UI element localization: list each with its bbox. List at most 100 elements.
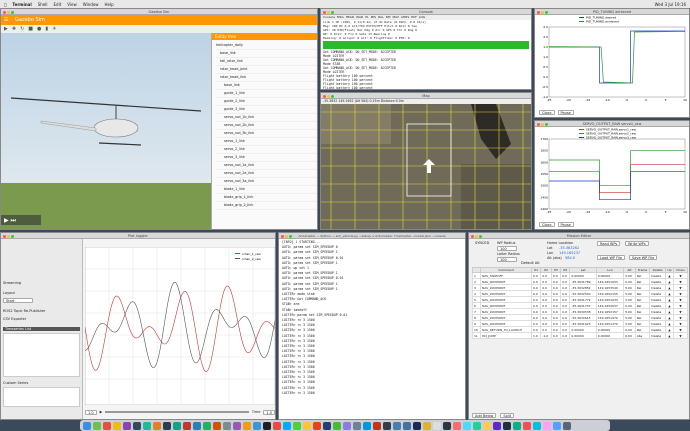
alt-value[interactable]: 584.0 (565, 256, 575, 260)
dock-app-icon[interactable] (433, 421, 441, 430)
save-wp-button[interactable]: Save WP File (629, 255, 658, 260)
read-wps-button[interactable]: Read WPs (597, 241, 621, 246)
mission-up-arrow-icon[interactable]: ▲ (664, 332, 675, 339)
apple-icon[interactable]:  (4, 2, 6, 7)
entity-tree-item[interactable]: blade_1_link (216, 186, 317, 194)
dock-app-icon[interactable] (93, 421, 101, 430)
dock-app-icon[interactable] (293, 421, 301, 430)
dock-app-icon[interactable] (473, 421, 481, 430)
time-value[interactable]: 1.0 (85, 409, 97, 415)
pid-pause-button[interactable]: Pause (557, 110, 574, 115)
entity-tree-item[interactable]: base_link (216, 50, 317, 58)
dock-app-icon[interactable] (133, 421, 141, 430)
entity-tree-item[interactable]: guide_1_link (216, 90, 317, 98)
dock-app-icon[interactable] (203, 421, 211, 430)
dock-app-icon[interactable] (453, 421, 461, 430)
entity-tree-item[interactable]: servo_3_link (216, 154, 317, 162)
loiter-radius-input[interactable]: 100 (497, 257, 517, 262)
gazebo-3d-viewport[interactable]: ▶ ⏭ (1, 33, 211, 230)
terminal-output[interactable]: [INFO] 1 STARTING... AUTO: param set SIM_… (279, 239, 465, 397)
select-tool-icon[interactable]: ▶ (4, 26, 8, 32)
menu-edit[interactable]: Edit (54, 2, 62, 7)
entity-tree-item[interactable]: rotor_head_joint (216, 66, 317, 74)
dock-app-icon[interactable] (273, 421, 281, 430)
entity-tree-item[interactable]: servo_rod_1a_link (216, 162, 317, 170)
dock-app-icon[interactable] (263, 421, 271, 430)
mission-down-arrow-icon[interactable]: ▼ (673, 332, 688, 339)
entity-tree-item[interactable]: tail_rotor_link (216, 58, 317, 66)
dock-app-icon[interactable] (283, 421, 291, 430)
entity-tree-item[interactable]: servo_rod_1b_link (216, 114, 317, 122)
dock-app-icon[interactable] (353, 421, 361, 430)
dock-app-icon[interactable] (153, 421, 161, 430)
speed-value[interactable]: 1.0 (263, 409, 275, 415)
entity-tree-item[interactable]: servo_rod_2b_link (216, 122, 317, 130)
add-below-button[interactable]: Add Below (472, 413, 497, 418)
plotjuggler-chart[interactable]: /chan_1_raw/chan_2_raw (85, 247, 275, 405)
entity-tree-item[interactable]: blade_grip_1_link (216, 194, 317, 202)
dock-app-icon[interactable] (493, 421, 501, 430)
sidebar-layout[interactable]: Layout (3, 291, 80, 295)
dock-app-icon[interactable] (303, 421, 311, 430)
dock-app-icon[interactable] (513, 421, 521, 430)
dock-app-icon[interactable] (123, 421, 131, 430)
entity-tree-item[interactable]: base_link (216, 82, 317, 90)
cylinder-shape-icon[interactable]: ▮ (45, 26, 48, 32)
box-shape-icon[interactable]: ■ (28, 26, 33, 32)
sidebar-ros2-republisher[interactable]: ROS2 Topic Re-Publisher (3, 309, 80, 313)
window-controls[interactable] (537, 10, 548, 14)
entity-tree-item[interactable]: servo_rod_3b_link (216, 130, 317, 138)
dock-app-icon[interactable] (233, 421, 241, 430)
entity-tree-item[interactable]: guide_2_link (216, 98, 317, 106)
servo-close-button[interactable]: Close (539, 222, 555, 227)
dock-app-icon[interactable] (413, 421, 421, 430)
entity-tree-item[interactable]: rotor_head_link (216, 74, 317, 82)
dock-app-icon[interactable] (553, 421, 561, 430)
menu-view[interactable]: View (67, 2, 77, 7)
servo-pause-button[interactable]: Pause (557, 222, 574, 227)
entity-tree-item[interactable]: blade_grip_2_link (216, 202, 317, 210)
entity-tree-item[interactable]: servo_2_link (216, 146, 317, 154)
menu-help[interactable]: Help (105, 2, 114, 7)
window-controls[interactable] (537, 122, 548, 126)
rotate-tool-icon[interactable]: ↻ (20, 26, 24, 32)
window-controls[interactable] (323, 94, 334, 98)
sidebar-streaming[interactable]: Streaming (3, 281, 80, 285)
play-icon[interactable]: ▶ (100, 410, 103, 414)
dock-app-icon[interactable] (543, 421, 551, 430)
load-wp-button[interactable]: Load WP File (597, 255, 626, 260)
dock-app-icon[interactable] (373, 421, 381, 430)
lat-value[interactable]: -35.363262 (559, 246, 579, 250)
time-slider[interactable] (105, 411, 249, 413)
dock-app-icon[interactable] (243, 421, 251, 430)
dock-app-icon[interactable] (563, 421, 571, 430)
pid-close-button[interactable]: Close (539, 110, 555, 115)
sidebar-csv-exporter[interactable]: CSV Exporter (3, 317, 80, 321)
dock-app-icon[interactable] (423, 421, 431, 430)
custom-series-box[interactable] (3, 387, 80, 407)
timeseries-tree[interactable] (3, 333, 80, 377)
mission-row[interactable]: 11 DO_JUMP 1.0 -1.0 0.0 0.0 0.00000 0.00000 0.00… (471, 332, 688, 339)
window-controls[interactable] (3, 10, 14, 14)
dock-app-icon[interactable] (523, 421, 531, 430)
window-controls[interactable] (323, 10, 334, 14)
mission-cell[interactable]: DO_JUMP (480, 332, 533, 339)
dock-app-icon[interactable] (463, 421, 471, 430)
dock-app-icon[interactable] (363, 421, 371, 430)
dock-app-icon[interactable] (383, 421, 391, 430)
dock-app-icon[interactable] (533, 421, 541, 430)
write-wps-button[interactable]: Write WPs (625, 241, 649, 246)
dock-app-icon[interactable] (193, 421, 201, 430)
map-canvas[interactable] (321, 104, 532, 230)
dock-app-icon[interactable] (253, 421, 261, 430)
lon-value[interactable]: 149.165237 (559, 251, 580, 255)
dock-app-icon[interactable] (323, 421, 331, 430)
dock-app-icon[interactable] (483, 421, 491, 430)
light-icon[interactable]: ☀ (52, 26, 56, 32)
dock-app-icon[interactable] (443, 421, 451, 430)
entity-tree-item[interactable]: guide_3_link (216, 106, 317, 114)
start-button[interactable]: Start (3, 298, 33, 303)
entity-tree-item[interactable]: servo_1_link (216, 138, 317, 146)
entity-tree-item[interactable]: servo_rod_2a_link (216, 170, 317, 178)
menubar-app[interactable]: Terminal (12, 2, 31, 7)
